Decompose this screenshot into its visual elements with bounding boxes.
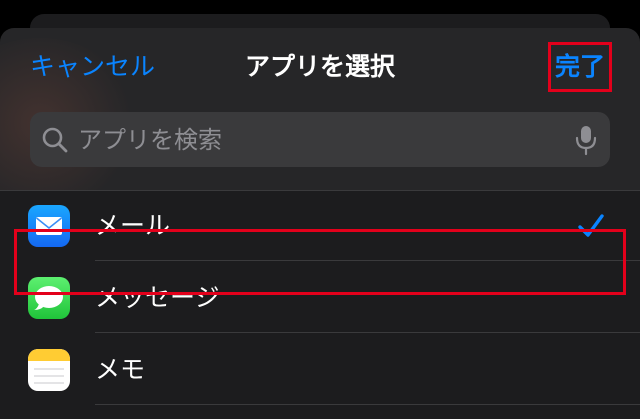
messages-app-icon [28, 277, 70, 319]
app-label: メール [95, 211, 171, 240]
list-item-notes[interactable]: メモ [0, 335, 640, 405]
mail-app-icon [28, 205, 70, 247]
app-picker-sheet: キャンセル アプリを選択 完了 アプリを検索 メール メッセージ メモ [0, 28, 640, 419]
list-item-mail[interactable]: メール [0, 191, 640, 261]
app-list: メール メッセージ メモ [0, 191, 640, 419]
search-input[interactable] [78, 112, 558, 167]
row-divider [95, 332, 640, 333]
app-label: メッセージ [95, 283, 220, 312]
row-divider [95, 404, 640, 405]
row-divider [95, 260, 640, 261]
page-title: アプリを選択 [244, 52, 395, 81]
search-bar[interactable] [30, 112, 610, 167]
checkmark-icon [578, 214, 604, 237]
app-label: メモ [95, 355, 146, 384]
microphone-icon[interactable] [574, 124, 598, 156]
app-picker-screen: キャンセル アプリを選択 完了 アプリを検索 メール メッセージ メモ [0, 0, 640, 419]
done-button[interactable]: 完了 [548, 42, 612, 92]
search-icon [42, 127, 68, 153]
navigation-bar: キャンセル アプリを選択 完了 [0, 28, 640, 110]
list-item-messages[interactable]: メッセージ [0, 263, 640, 333]
notes-app-icon [28, 349, 70, 391]
